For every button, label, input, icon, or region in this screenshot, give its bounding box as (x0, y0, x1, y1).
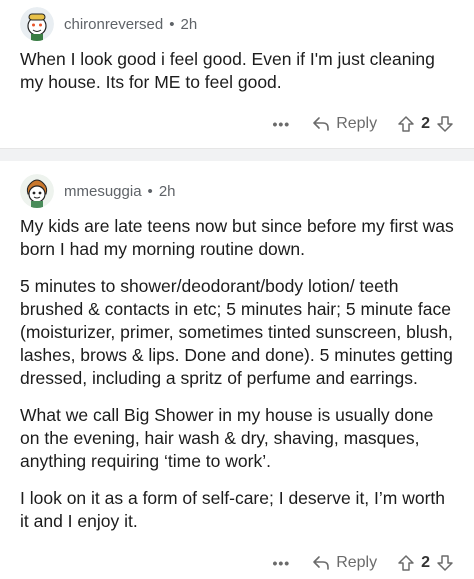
username[interactable]: chironreversed (64, 16, 163, 33)
timestamp: 2h (180, 15, 198, 33)
vote-count: 2 (421, 554, 430, 571)
comment-paragraph: I look on it as a form of self-care; I d… (20, 488, 446, 531)
downvote-icon[interactable] (436, 554, 454, 572)
vote-controls: 2 (397, 554, 454, 572)
comment-paragraph: What we call Big Shower in my house is u… (20, 405, 434, 471)
comment-2: mmesuggia • 2h My kids are late teens no… (0, 167, 474, 579)
meta-separator: • (147, 182, 153, 200)
vote-count: 2 (421, 115, 430, 132)
upvote-icon[interactable] (397, 115, 415, 133)
more-options-button[interactable]: ••• (272, 116, 290, 132)
comment-actions: ••• Reply 2 (20, 547, 454, 579)
reply-icon (313, 556, 329, 570)
more-options-button[interactable]: ••• (272, 555, 290, 571)
comment-paragraph: My kids are late teens now but since bef… (20, 216, 454, 259)
snoo-avatar-icon[interactable] (20, 174, 54, 208)
reply-button[interactable]: Reply (312, 115, 377, 133)
comment-1: chironreversed • 2h When I look good i f… (0, 0, 474, 140)
comment-header: chironreversed • 2h (20, 0, 454, 48)
reply-label: Reply (336, 115, 378, 132)
comment-paragraph: When I look good i feel good. Even if I'… (20, 49, 435, 92)
meta-separator: • (169, 15, 175, 33)
comment-divider (0, 148, 474, 161)
timestamp: 2h (158, 182, 176, 200)
comment-body: My kids are late teens now but since bef… (20, 215, 454, 533)
upvote-icon[interactable] (397, 554, 415, 572)
comment-body: When I look good i feel good. Even if I'… (20, 48, 454, 94)
comment-paragraph: 5 minutes to shower/deodorant/body lotio… (20, 276, 453, 388)
downvote-icon[interactable] (436, 115, 454, 133)
reply-icon (313, 117, 329, 131)
reply-label: Reply (336, 554, 378, 571)
comment-actions: ••• Reply 2 (20, 108, 454, 140)
reply-button[interactable]: Reply (312, 554, 377, 572)
vote-controls: 2 (397, 115, 454, 133)
comment-header: mmesuggia • 2h (20, 167, 454, 215)
snoo-avatar-icon[interactable] (20, 7, 54, 41)
username[interactable]: mmesuggia (64, 183, 142, 200)
